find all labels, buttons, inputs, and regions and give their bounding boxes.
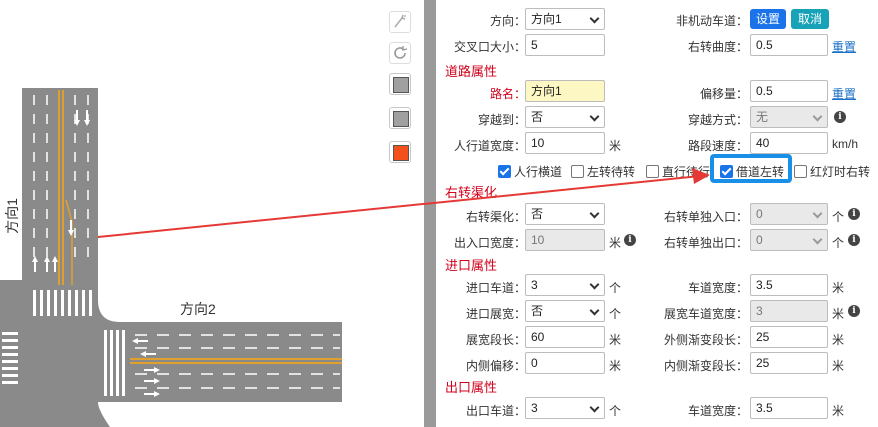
widen-lane-width-input[interactable]: 3 <box>750 300 828 322</box>
direction2-label: 方向2 <box>180 301 216 317</box>
set-button[interactable]: 设置 <box>750 9 786 29</box>
checkbox-box <box>571 165 584 178</box>
widen-length-unit: 米 <box>609 333 622 347</box>
right-curve-input[interactable]: 0.5 <box>750 34 828 56</box>
gray-square-icon[interactable] <box>389 73 411 95</box>
intersection-drawing <box>0 88 424 427</box>
entry-widen-unit: 个 <box>609 307 622 321</box>
checkbox-left-wait[interactable]: 左转待转 <box>571 163 635 180</box>
entry-lanes-select[interactable]: 3 <box>525 274 605 296</box>
checkbox-right-on-red[interactable]: 红灯时右转 <box>794 163 870 180</box>
widen-length-input[interactable]: 60 <box>525 326 605 348</box>
road-name-label: 路名： <box>489 87 526 101</box>
inner-taper-unit: 米 <box>832 359 845 373</box>
outer-taper-unit: 米 <box>832 333 845 347</box>
info-icon[interactable]: i <box>834 111 846 123</box>
exit-lane-width-unit: 米 <box>832 404 845 418</box>
right-only-in-label: 右转单独入口： <box>663 210 748 224</box>
entry-widen-label: 进口展宽： <box>465 307 526 321</box>
entry-lanes-label: 进口车道： <box>465 281 526 295</box>
cancel-button[interactable]: 取消 <box>791 9 829 29</box>
offset-input[interactable]: 0.5 <box>750 80 828 102</box>
inner-offset-label: 内侧偏移： <box>465 359 526 373</box>
right-channel-label: 右转渠化： <box>465 210 526 224</box>
inner-offset-unit: 米 <box>609 359 622 373</box>
right-curve-reset-link[interactable]: 重置 <box>832 38 856 55</box>
intersection-size-input[interactable]: 5 <box>525 34 605 56</box>
cross-mode-select[interactable]: 无 <box>750 106 828 128</box>
checkbox-borrow-left[interactable]: 借道左转 <box>720 163 784 180</box>
direction1-label: 方向1 <box>3 198 20 234</box>
info-icon[interactable]: i <box>624 234 636 246</box>
right-only-out-select[interactable]: 0 <box>750 229 828 251</box>
right-channel-section-title: 右转渠化 <box>445 185 498 200</box>
exit-lanes-select[interactable]: 3 <box>525 397 605 419</box>
right-curve-label: 右转曲度： <box>687 40 748 54</box>
cross-to-select[interactable]: 否 <box>525 106 605 128</box>
exit-section-title: 出口属性 <box>445 380 498 395</box>
checkbox-box <box>720 165 733 178</box>
right-only-in-unit: 个 <box>832 210 845 224</box>
right-only-in-select[interactable]: 0 <box>750 203 828 225</box>
io-width-input[interactable]: 10 <box>525 229 605 251</box>
entry-lanes-unit: 个 <box>609 281 622 295</box>
properties-panel: 方向： 方向1 非机动车道： 设置 取消 交叉口大小： 5 右转曲度： 0.5 … <box>436 0 878 427</box>
entry-widen-select[interactable]: 否 <box>525 300 605 322</box>
inner-offset-input[interactable]: 0 <box>525 352 605 374</box>
crosswalk-north <box>33 290 92 316</box>
entry-lane-width-unit: 米 <box>832 281 845 295</box>
gray-square-icon[interactable] <box>389 107 411 129</box>
intersection-canvas[interactable]: 方向1 方向2 <box>0 0 424 427</box>
nonmotor-label: 非机动车道： <box>675 14 748 28</box>
exit-lane-width-label: 车道宽度： <box>687 404 748 418</box>
io-width-unit: 米 <box>609 236 622 250</box>
exit-lanes-label: 出口车道： <box>465 404 526 418</box>
intersection-size-label: 交叉口大小： <box>453 40 526 54</box>
info-icon[interactable]: i <box>848 234 860 246</box>
checkbox-straight-wait[interactable]: 直行待行 <box>646 163 710 180</box>
right-only-out-unit: 个 <box>832 236 845 250</box>
sidewalk-width-label: 人行道宽度： <box>453 139 526 153</box>
inner-taper-input[interactable]: 25 <box>750 352 828 374</box>
widen-lane-width-unit: 米 <box>832 307 845 321</box>
road-name-input[interactable]: 方向1 <box>525 80 605 102</box>
entry-lane-width-input[interactable]: 3.5 <box>750 274 828 296</box>
right-channel-select[interactable]: 否 <box>525 203 605 225</box>
orange-square-icon[interactable] <box>389 141 411 163</box>
outer-taper-label: 外侧渐变段长： <box>663 333 748 347</box>
cross-to-label: 穿越到： <box>477 113 526 127</box>
info-icon[interactable]: i <box>848 208 860 220</box>
checkbox-box <box>646 165 659 178</box>
magic-edit-icon[interactable] <box>389 11 411 33</box>
inner-taper-label: 内侧渐变段长： <box>663 359 748 373</box>
sidewalk-width-unit: 米 <box>609 139 622 153</box>
refresh-icon[interactable] <box>389 42 411 64</box>
road-section-title: 道路属性 <box>445 64 498 79</box>
road-speed-label: 路段速度： <box>687 139 748 153</box>
road-speed-unit: km/h <box>832 137 859 151</box>
offset-reset-link[interactable]: 重置 <box>832 85 856 102</box>
info-icon[interactable]: i <box>848 305 860 317</box>
offset-label: 偏移量： <box>699 87 748 101</box>
io-width-label: 出入口宽度： <box>453 236 526 250</box>
widen-length-label: 展宽段长： <box>465 333 526 347</box>
right-only-out-label: 右转单独出口： <box>663 236 748 250</box>
checkbox-crosswalk[interactable]: 人行横道 <box>498 163 562 180</box>
direction-label: 方向： <box>489 14 526 28</box>
entry-lane-width-label: 车道宽度： <box>687 281 748 295</box>
road-speed-input[interactable]: 40 <box>750 132 828 154</box>
checkbox-box <box>498 165 511 178</box>
exit-lanes-unit: 个 <box>609 404 622 418</box>
checkbox-box <box>794 165 807 178</box>
panel-splitter[interactable] <box>424 0 436 427</box>
widen-lane-width-label: 展宽车道宽度： <box>663 307 748 321</box>
cross-mode-label: 穿越方式： <box>687 113 748 127</box>
direction-select[interactable]: 方向1 <box>525 8 605 30</box>
sidewalk-width-input[interactable]: 10 <box>525 132 605 154</box>
exit-lane-width-input[interactable]: 3.5 <box>750 397 828 419</box>
entry-section-title: 进口属性 <box>445 258 498 273</box>
outer-taper-input[interactable]: 25 <box>750 326 828 348</box>
